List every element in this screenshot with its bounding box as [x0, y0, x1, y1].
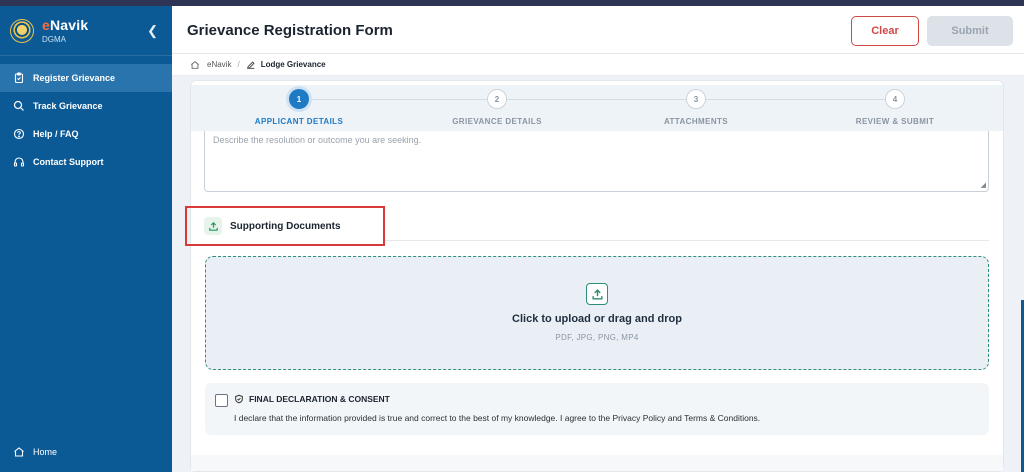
declaration-title-row: FINAL DECLARATION & CONSENT	[234, 394, 390, 404]
headset-icon	[12, 155, 26, 169]
sidebar: eNavik DGMA ❮ Register Grievance Track G…	[0, 6, 172, 472]
breadcrumb: eNavik / Lodge Grievance	[172, 54, 1024, 76]
consent-checkbox[interactable]	[215, 394, 228, 407]
declaration-title: FINAL DECLARATION & CONSENT	[249, 394, 390, 404]
step-number: 1	[289, 89, 309, 109]
pencil-icon	[246, 60, 256, 70]
annotation-highlight-box	[185, 206, 385, 246]
step-label: GRIEVANCE DETAILS	[452, 117, 542, 126]
step-applicant-details[interactable]: 1 APPLICANT DETAILS	[229, 89, 369, 126]
upload-instruction: Click to upload or drag and drop	[512, 313, 682, 325]
sidebar-item-label: Contact Support	[33, 157, 104, 167]
upload-formats: PDF, JPG, PNG, MP4	[555, 333, 639, 342]
card-footer	[191, 455, 1003, 471]
declaration-panel: FINAL DECLARATION & CONSENT I declare th…	[205, 383, 989, 435]
step-number: 2	[487, 89, 507, 109]
sidebar-item-label: Home	[33, 447, 58, 457]
stepper-track	[308, 99, 886, 100]
clear-button[interactable]: Clear	[851, 16, 919, 46]
stepper: 1 APPLICANT DETAILS 2 GRIEVANCE DETAILS …	[191, 85, 1003, 131]
step-grievance-details[interactable]: 2 GRIEVANCE DETAILS	[427, 89, 567, 126]
shield-check-icon	[234, 394, 244, 404]
sidebar-item-label: Help / FAQ	[33, 129, 79, 139]
brand: eNavik DGMA ❮	[0, 6, 172, 56]
upload-icon	[586, 283, 608, 305]
sidebar-item-home[interactable]: Home	[0, 440, 172, 464]
search-icon	[12, 99, 26, 113]
sidebar-nav: Register Grievance Track Grievance Help …	[0, 64, 172, 176]
sidebar-item-label: Register Grievance	[33, 73, 116, 83]
chevron-left-icon[interactable]: ❮	[147, 23, 158, 39]
home-icon[interactable]	[190, 60, 200, 70]
page-title: Grievance Registration Form	[187, 22, 393, 39]
step-number: 3	[686, 89, 706, 109]
step-number: 4	[885, 89, 905, 109]
home-icon	[12, 445, 26, 459]
app-name: eNavik	[42, 16, 89, 33]
file-upload-dropzone[interactable]: Click to upload or drag and drop PDF, JP…	[205, 256, 989, 370]
breadcrumb-root[interactable]: eNavik	[207, 60, 231, 69]
sidebar-item-label: Track Grievance	[33, 101, 103, 111]
section-divider	[385, 240, 989, 241]
sidebar-item-register-grievance[interactable]: Register Grievance	[0, 64, 172, 92]
sidebar-item-contact-support[interactable]: Contact Support	[0, 148, 172, 176]
breadcrumb-separator: /	[237, 60, 240, 69]
help-circle-icon	[12, 127, 26, 141]
page-header: Grievance Registration Form Clear Submit	[172, 6, 1024, 54]
step-attachments[interactable]: 3 ATTACHMENTS	[626, 89, 766, 126]
submit-button[interactable]: Submit	[927, 16, 1013, 46]
resolution-textarea[interactable]	[205, 131, 988, 191]
step-review-submit[interactable]: 4 REVIEW & SUBMIT	[825, 89, 965, 126]
app-subtitle: DGMA	[42, 34, 66, 44]
sidebar-item-help-faq[interactable]: Help / FAQ	[0, 120, 172, 148]
emblem-logo	[10, 18, 34, 43]
step-label: ATTACHMENTS	[663, 117, 729, 126]
step-label: REVIEW & SUBMIT	[855, 117, 935, 126]
resolution-field: ◢	[204, 131, 989, 192]
breadcrumb-current: Lodge Grievance	[260, 60, 326, 69]
declaration-text: I declare that the information provided …	[234, 413, 761, 423]
clipboard-icon	[12, 71, 26, 85]
sidebar-item-track-grievance[interactable]: Track Grievance	[0, 92, 172, 120]
step-label: APPLICANT DETAILS	[254, 117, 344, 126]
resize-handle-icon[interactable]: ◢	[981, 181, 986, 189]
